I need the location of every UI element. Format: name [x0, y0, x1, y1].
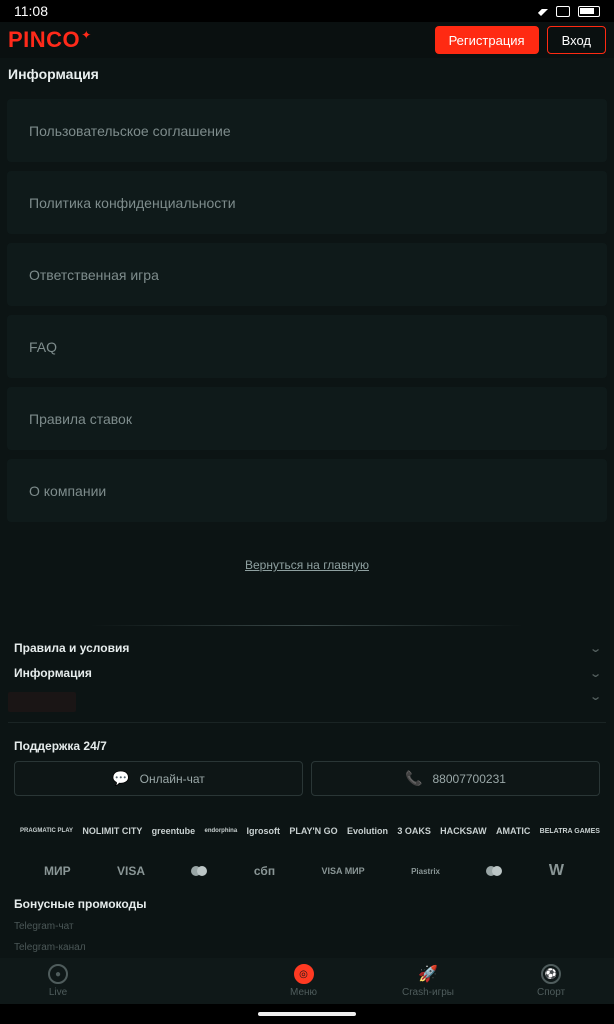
soccer-ball-icon: ⚽ — [541, 964, 562, 984]
phone-number: 88007700231 — [432, 771, 506, 786]
nav-menu-label: Меню — [290, 987, 318, 998]
online-chat-button[interactable]: 💬 Онлайн-чат — [14, 761, 303, 796]
status-time: 11:08 — [14, 3, 48, 19]
status-bar: 11:08 — [0, 0, 614, 22]
nav-crash-label: Crash-игры — [402, 987, 454, 998]
menu-icon: ◎ — [293, 964, 314, 984]
nav-live[interactable]: ● Live — [48, 964, 68, 998]
rocket-icon: 🚀 — [418, 966, 438, 983]
provider-logo: Igrosoft — [246, 826, 281, 836]
telegram-channel-link[interactable]: Telegram-канал — [14, 942, 86, 953]
provider-logo: PLAY'N GO — [289, 826, 338, 836]
payment-logos: МИР VISA сбп VISA МИР Piastrix W — [44, 862, 564, 880]
logo-star-icon: ✦ — [81, 28, 92, 42]
accordion-third[interactable]: ⌄ — [14, 690, 602, 703]
header-actions: Регистрация Вход — [434, 26, 606, 54]
status-icons — [534, 5, 600, 17]
accordion-terms[interactable]: Правила и условия ⌄ — [14, 641, 602, 655]
payment-logo: МИР — [44, 864, 71, 878]
page-title: Информация — [8, 66, 99, 82]
accordion-info[interactable]: Информация ⌄ — [14, 666, 602, 680]
chat-icon: 💬 — [112, 770, 130, 786]
provider-logo: BELATRA GAMES — [539, 827, 600, 835]
provider-logos: PRAGMATIC PLAY NOLIMIT CITY greentube en… — [20, 826, 600, 836]
home-indicator[interactable] — [258, 1012, 356, 1016]
divider — [8, 722, 606, 723]
info-item-betting-rules[interactable]: Правила ставок — [7, 387, 607, 450]
payment-logo: W — [548, 862, 564, 879]
nav-menu[interactable]: ◎ Меню — [290, 964, 317, 998]
provider-logo: 3 OAKS — [397, 826, 431, 836]
back-to-home: Вернуться на главную — [0, 558, 614, 572]
bonus-codes-title: Бонусные промокоды — [14, 897, 147, 911]
provider-logo: NOLIMIT CITY — [82, 826, 143, 836]
sim-icon — [556, 5, 570, 17]
phone-icon: 📞 — [405, 770, 423, 786]
maestro-logo — [486, 866, 503, 876]
chevron-down-icon: ⌄ — [588, 691, 602, 703]
wifi-icon — [534, 9, 548, 16]
support-actions: 💬 Онлайн-чат 📞 88007700231 — [14, 761, 600, 796]
info-list: Пользовательское соглашение Политика кон… — [7, 99, 607, 531]
provider-logo: Evolution — [347, 826, 388, 836]
phone-button[interactable]: 📞 88007700231 — [311, 761, 600, 796]
provider-logo: HACKSAW — [440, 826, 487, 836]
nav-sport[interactable]: ⚽ Спорт — [537, 964, 565, 998]
bottom-navigation: ● Live ◎ Меню 🚀 Crash-игры ⚽ Спорт — [0, 958, 614, 1004]
payment-logo: VISA — [117, 864, 146, 878]
payment-logo: Piastrix — [411, 866, 440, 876]
provider-logo: PRAGMATIC PLAY — [20, 828, 74, 834]
provider-logo: greentube — [151, 826, 196, 836]
info-item-responsible-gaming[interactable]: Ответственная игра — [7, 243, 607, 306]
support-title: Поддержка 24/7 — [14, 739, 107, 753]
info-item-about[interactable]: О компании — [7, 459, 607, 522]
online-chat-label: Онлайн-чат — [139, 771, 205, 786]
info-item-faq[interactable]: FAQ — [7, 315, 607, 378]
nav-crash[interactable]: 🚀 Crash-игры — [402, 964, 454, 998]
accordion-info-label: Информация — [14, 666, 92, 680]
register-button[interactable]: Регистрация — [434, 26, 539, 54]
accordion-terms-label: Правила и условия — [14, 641, 130, 655]
redacted-block — [8, 692, 76, 712]
info-item-user-agreement[interactable]: Пользовательское соглашение — [7, 99, 607, 162]
divider — [90, 625, 524, 626]
payment-logo: VISA МИР — [321, 866, 365, 876]
mastercard-logo — [191, 866, 208, 876]
brand-logo[interactable]: PINCO ✦ — [8, 27, 92, 53]
login-button[interactable]: Вход — [546, 26, 606, 54]
payment-logo: сбп — [253, 864, 276, 878]
provider-logo: endorphina — [204, 828, 238, 834]
telegram-chat-link[interactable]: Telegram-чат — [14, 921, 74, 932]
gesture-bar — [0, 1004, 614, 1024]
provider-logo: AMATIC — [496, 826, 531, 836]
nav-live-label: Live — [48, 987, 68, 998]
app-header: PINCO ✦ Регистрация Вход — [0, 22, 614, 58]
info-item-privacy-policy[interactable]: Политика конфиденциальности — [7, 171, 607, 234]
nav-sport-label: Спорт — [537, 987, 566, 998]
back-to-home-link[interactable]: Вернуться на главную — [245, 558, 369, 572]
live-icon: ● — [48, 964, 68, 984]
battery-icon — [578, 5, 600, 17]
logo-text: PINCO — [8, 27, 81, 52]
chevron-down-icon: ⌄ — [588, 642, 602, 655]
chevron-down-icon: ⌄ — [588, 667, 602, 680]
